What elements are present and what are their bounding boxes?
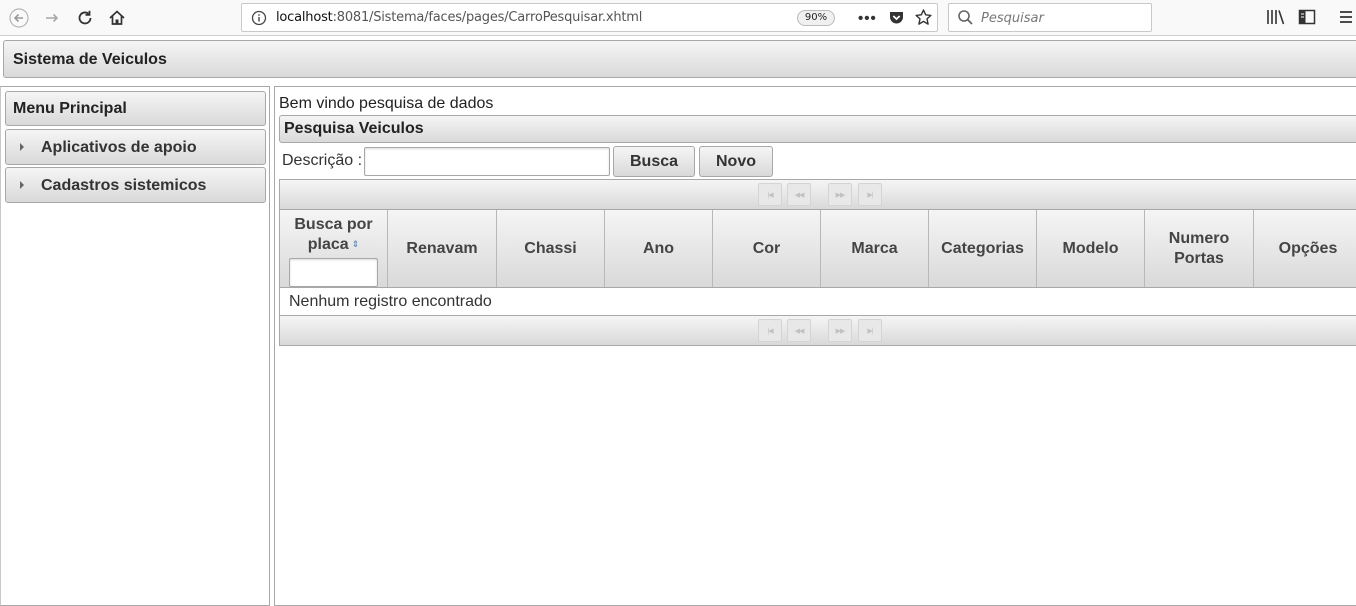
prev-page-button[interactable]: ◀◀	[787, 319, 811, 342]
column-header-modelo[interactable]: Modelo	[1037, 210, 1145, 287]
browser-search-input[interactable]: Pesquisar	[948, 3, 1152, 32]
new-button[interactable]: Novo	[699, 146, 773, 177]
more-actions-icon[interactable]: •••	[858, 10, 877, 27]
welcome-text: Bem vindo pesquisa de dados	[279, 95, 494, 112]
sort-icon[interactable]: ⇕	[352, 240, 360, 249]
browser-toolbar: localhost:8081/Sistema/faces/pages/Carro…	[0, 0, 1356, 36]
sort-column-label: Busca por placa	[294, 216, 373, 253]
hamburger-menu-icon[interactable]	[1338, 9, 1354, 30]
url-text: localhost:8081/Sistema/faces/pages/Carro…	[276, 10, 642, 25]
bookmark-star-icon[interactable]	[914, 8, 933, 32]
paginator-bottom: |◀ ◀◀ ▶▶ ▶|	[279, 315, 1356, 346]
url-host: localhost	[276, 10, 333, 25]
placa-filter-input[interactable]	[289, 258, 378, 287]
sidebar-item-label: Aplicativos de apoio	[41, 139, 197, 156]
reload-icon[interactable]	[73, 6, 97, 30]
main-content: Bem vindo pesquisa de dados Pesquisa Vei…	[274, 86, 1356, 606]
sidebar-toggle-icon[interactable]	[1298, 8, 1316, 31]
first-page-button[interactable]: |◀	[758, 183, 782, 206]
column-header-categorias[interactable]: Categorias	[929, 210, 1037, 287]
column-header-chassi[interactable]: Chassi	[497, 210, 605, 287]
column-header-renavam[interactable]: Renavam	[388, 210, 497, 287]
description-input[interactable]	[364, 147, 610, 176]
table-empty-row: Nenhum registro encontrado	[279, 288, 1356, 316]
sidebar-title: Menu Principal	[5, 91, 266, 126]
prev-page-button[interactable]: ◀◀	[787, 183, 811, 206]
sidebar-title-label: Menu Principal	[13, 100, 127, 117]
triangle-right-icon	[20, 143, 24, 151]
pocket-icon[interactable]	[888, 9, 905, 31]
app-header: Sistema de Veiculos	[3, 40, 1356, 78]
search-icon	[957, 9, 974, 31]
first-page-button[interactable]: |◀	[758, 319, 782, 342]
last-page-button[interactable]: ▶|	[858, 319, 882, 342]
sidebar-item-label: Cadastros sistemicos	[41, 177, 207, 194]
library-icon[interactable]	[1266, 8, 1286, 31]
triangle-right-icon	[20, 181, 24, 189]
panel-title: Pesquisa Veiculos	[284, 120, 424, 137]
column-header-placa[interactable]: Busca por placa ⇕	[280, 210, 388, 287]
url-path: :8081/Sistema/faces/pages/CarroPesquisar…	[332, 10, 643, 25]
panel-header: Pesquisa Veiculos	[279, 115, 1356, 143]
forward-icon[interactable]	[40, 6, 64, 30]
paginator-top: |◀ ◀◀ ▶▶ ▶|	[279, 179, 1356, 210]
column-header-cor[interactable]: Cor	[713, 210, 821, 287]
column-header-numero-portas[interactable]: Numero Portas	[1145, 210, 1254, 287]
app-title: Sistema de Veiculos	[13, 51, 167, 68]
sidebar-item-cadastros-sistemicos[interactable]: Cadastros sistemicos	[5, 167, 266, 203]
back-icon[interactable]	[7, 6, 31, 30]
column-header-marca[interactable]: Marca	[821, 210, 929, 287]
next-page-button[interactable]: ▶▶	[828, 183, 852, 206]
next-page-button[interactable]: ▶▶	[828, 319, 852, 342]
sidebar-item-aplicativos-de-apoio[interactable]: Aplicativos de apoio	[5, 129, 266, 165]
url-bar[interactable]: localhost:8081/Sistema/faces/pages/Carro…	[241, 3, 938, 32]
description-label: Descrição :	[282, 152, 363, 169]
search-placeholder: Pesquisar	[981, 11, 1044, 26]
column-header-opcoes[interactable]: Opções	[1254, 210, 1356, 287]
home-icon[interactable]	[105, 6, 129, 30]
table-header: Busca por placa ⇕ Renavam Chassi Ano Cor …	[279, 210, 1356, 288]
search-button[interactable]: Busca	[613, 146, 695, 177]
column-header-ano[interactable]: Ano	[605, 210, 713, 287]
last-page-button[interactable]: ▶|	[858, 183, 882, 206]
empty-message: Nenhum registro encontrado	[289, 293, 492, 310]
info-icon[interactable]	[251, 10, 267, 31]
sidebar: Menu Principal Aplicativos de apoio Cada…	[0, 86, 270, 606]
zoom-badge[interactable]: 90%	[797, 10, 835, 26]
column-header-label: Busca por placa ⇕	[289, 215, 379, 255]
